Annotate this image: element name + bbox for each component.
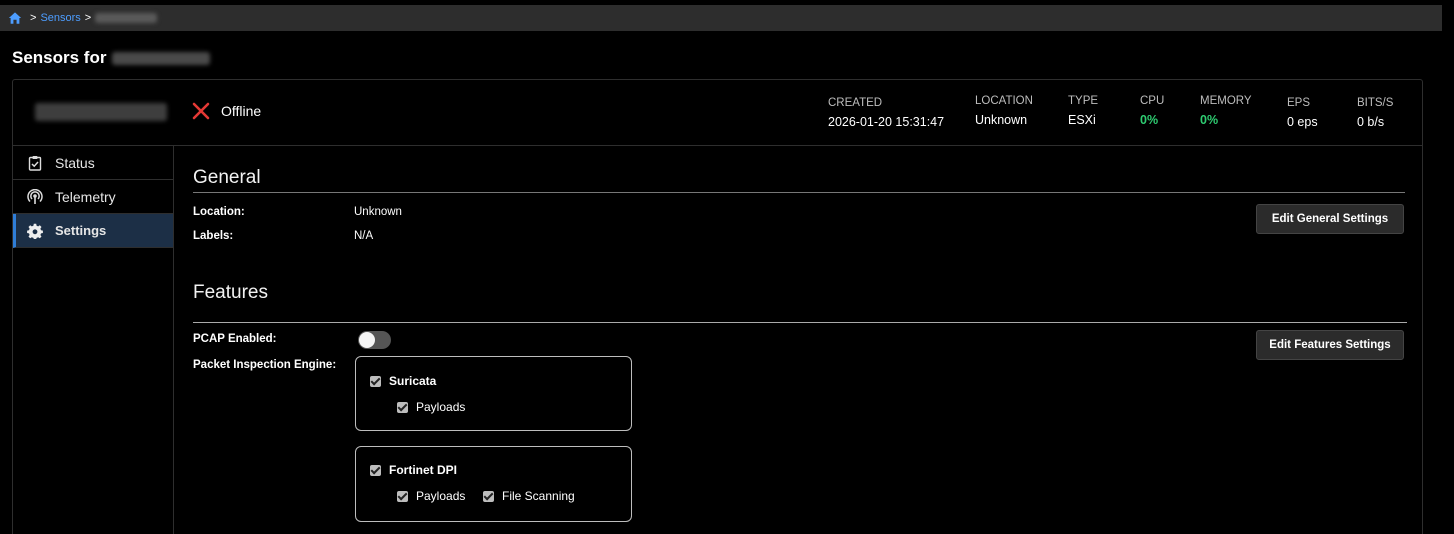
fortinet-payloads-checkbox-row[interactable]: Payloads bbox=[397, 489, 465, 503]
nav-item-settings[interactable]: Settings bbox=[13, 214, 173, 248]
nav-item-telemetry[interactable]: Telemetry bbox=[13, 180, 173, 214]
broadcast-icon bbox=[27, 188, 43, 204]
features-section-title: Features bbox=[193, 282, 268, 303]
location-label: Location: bbox=[193, 206, 245, 218]
location-value: Unknown bbox=[354, 206, 402, 218]
metric-label: BITS/S bbox=[1357, 97, 1394, 109]
breadcrumb-sensors-link[interactable]: Sensors bbox=[40, 12, 80, 24]
fortinet-file-scanning-checkbox-row[interactable]: File Scanning bbox=[483, 489, 575, 503]
page-title: Sensors for bbox=[12, 48, 211, 68]
home-icon[interactable] bbox=[8, 11, 22, 25]
engine-fortinet-checkbox-row[interactable]: Fortinet DPI bbox=[370, 463, 457, 477]
features-divider bbox=[193, 322, 1407, 323]
suricata-payloads-checkbox-row[interactable]: Payloads bbox=[397, 400, 465, 414]
metric-cpu: CPU 0% bbox=[1140, 95, 1164, 127]
metric-value: Unknown bbox=[975, 113, 1028, 127]
sensor-name-redacted bbox=[35, 103, 167, 121]
metric-label: TYPE bbox=[1068, 95, 1099, 107]
option-label: Payloads bbox=[416, 400, 466, 414]
clipboard-check-icon bbox=[28, 155, 42, 171]
toggle-knob bbox=[359, 332, 375, 348]
engine-suricata-checkbox-row[interactable]: Suricata bbox=[370, 374, 436, 388]
metric-eps: EPS 0 eps bbox=[1287, 97, 1318, 129]
pcap-label: PCAP Enabled: bbox=[193, 333, 277, 345]
status-text: Offline bbox=[221, 103, 262, 119]
sensor-header: Offline CREATED 2026-01-20 15:31:47 LOCA… bbox=[13, 80, 1422, 146]
metric-label: CPU bbox=[1140, 95, 1165, 107]
general-section-title: General bbox=[193, 167, 261, 188]
gear-icon bbox=[27, 223, 43, 239]
metric-label: CREATED bbox=[828, 97, 883, 109]
nav-item-status[interactable]: Status bbox=[13, 146, 173, 180]
option-label: Payloads bbox=[416, 489, 466, 503]
breadcrumb-current-redacted bbox=[95, 13, 158, 23]
offline-x-icon bbox=[192, 102, 210, 120]
packet-inspection-engine-label: Packet Inspection Engine: bbox=[193, 359, 337, 371]
metric-label: LOCATION bbox=[975, 95, 1033, 107]
nav-item-label: Telemetry bbox=[55, 188, 116, 205]
breadcrumb-separator: > bbox=[30, 12, 37, 24]
metric-value: 0% bbox=[1140, 113, 1159, 127]
metric-value: 0 b/s bbox=[1357, 115, 1385, 129]
breadcrumb: > Sensors > bbox=[0, 5, 1442, 31]
metric-memory: MEMORY 0% bbox=[1200, 95, 1252, 127]
nav-item-label: Settings bbox=[55, 223, 107, 238]
edit-features-settings-button[interactable]: Edit Features Settings bbox=[1256, 330, 1404, 360]
engine-box-fortinet: Fortinet DPI Payloads File Scanning bbox=[355, 446, 632, 522]
breadcrumb-separator: > bbox=[84, 12, 92, 24]
sensor-panel: Offline CREATED 2026-01-20 15:31:47 LOCA… bbox=[12, 79, 1423, 534]
engine-name: Suricata bbox=[389, 374, 437, 388]
page-title-redacted bbox=[112, 51, 211, 65]
metric-label: MEMORY bbox=[1200, 95, 1252, 107]
checkbox[interactable] bbox=[370, 375, 381, 387]
checkbox[interactable] bbox=[397, 401, 408, 413]
labels-value: N/A bbox=[354, 230, 374, 242]
option-label: File Scanning bbox=[502, 489, 575, 503]
metric-type: TYPE ESXi bbox=[1068, 95, 1098, 127]
edit-general-settings-button[interactable]: Edit General Settings bbox=[1256, 204, 1404, 234]
engine-name: Fortinet DPI bbox=[389, 463, 457, 477]
checkbox[interactable] bbox=[483, 490, 494, 502]
nav-item-label: Status bbox=[55, 154, 95, 171]
engine-box-suricata: Suricata Payloads bbox=[355, 356, 632, 431]
metric-value: 0 eps bbox=[1287, 115, 1318, 129]
general-divider bbox=[193, 192, 1405, 193]
metric-bits: BITS/S 0 b/s bbox=[1357, 97, 1393, 129]
checkbox[interactable] bbox=[370, 464, 381, 476]
metric-created: CREATED 2026-01-20 15:31:47 bbox=[828, 97, 944, 129]
sensor-status: Offline bbox=[191, 101, 261, 121]
checkbox[interactable] bbox=[397, 490, 408, 502]
metric-label: EPS bbox=[1287, 97, 1311, 109]
pcap-toggle[interactable] bbox=[358, 331, 391, 349]
metric-value: ESXi bbox=[1068, 113, 1096, 127]
metric-value: 2026-01-20 15:31:47 bbox=[828, 115, 945, 129]
metric-value: 0% bbox=[1200, 113, 1219, 127]
sensor-side-nav: Status Telemetry Settings bbox=[13, 146, 174, 534]
labels-label: Labels: bbox=[193, 230, 234, 242]
page-title-prefix: Sensors for bbox=[12, 48, 107, 67]
metric-location: LOCATION Unknown bbox=[975, 95, 1033, 127]
